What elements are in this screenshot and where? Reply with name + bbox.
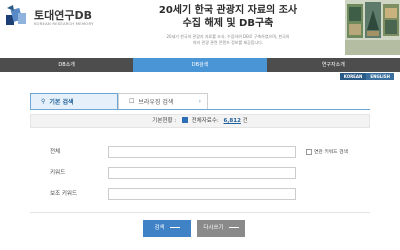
- search-button[interactable]: 검색: [143, 220, 191, 237]
- tab-panel-border: [30, 109, 370, 110]
- keyword-input[interactable]: [108, 167, 296, 179]
- hero-title-line2: 수집 해제 및 DB구축: [182, 18, 274, 29]
- logo-subtitle: KOREAN RESEARCH MEMORY: [34, 21, 94, 26]
- total-records-label: 전체자료수:: [191, 118, 219, 124]
- search-button-label: 검색: [154, 225, 165, 231]
- nav-item-db-intro[interactable]: DB소개: [0, 58, 133, 72]
- reset-button-label: 다시쓰기: [203, 225, 224, 231]
- browse-icon: ☐: [129, 98, 135, 105]
- lang-english-button[interactable]: ENGLISH: [366, 73, 394, 80]
- chevron-right-icon: ›: [198, 98, 201, 105]
- total-records-unit: 건: [242, 118, 248, 124]
- field-label-keyword: 키워드: [50, 170, 66, 176]
- search-tabs: ⚲ 기본 검색 ☐ 브라우징 검색 ›: [30, 93, 208, 109]
- field-label-sub-keyword: 보조 키워드: [50, 191, 78, 197]
- sub-keyword-input[interactable]: [108, 188, 296, 200]
- hero-desc-line2: 여러 관광 관련 콘텐츠 정보를 제공합니다.: [192, 40, 264, 45]
- related-keyword-label: 연관 키워드 검색: [314, 150, 348, 155]
- tab-basic-search-label: 기본 검색: [49, 99, 74, 106]
- lang-korean-button[interactable]: KOREAN: [339, 73, 367, 80]
- form-row-keyword: 키워드: [30, 167, 370, 179]
- status-bar: 기본현황 : 전체자료수: 6,812 건: [30, 114, 370, 128]
- nav-item-researchers[interactable]: 연구자소개: [267, 58, 400, 72]
- tab-browse-search[interactable]: ☐ 브라우징 검색 ›: [118, 93, 208, 109]
- all-field-input[interactable]: [108, 146, 296, 158]
- tab-basic-search[interactable]: ⚲ 기본 검색: [30, 93, 118, 109]
- logo-mark-icon: [6, 5, 26, 25]
- main-nav: DB소개 DB검색 연구자소개: [0, 58, 400, 72]
- vintage-poster-illustration: [345, 0, 400, 55]
- tab-browse-search-label: 브라우징 검색: [138, 99, 174, 106]
- arrow-line-icon: [228, 227, 239, 228]
- hero-title-line1: 20세기 한국 관광지 자료의 조사: [158, 5, 298, 16]
- field-label-all: 전체: [50, 149, 61, 155]
- form-row-all: 전체 연관 키워드 검색: [30, 146, 370, 158]
- hero-banner: 20세기 한국 관광지 자료의 조사 수집 해제 및 DB구축 20세기 한국의…: [110, 4, 346, 56]
- reset-button[interactable]: 다시쓰기: [197, 220, 245, 237]
- form-row-sub-keyword: 보조 키워드: [30, 188, 370, 200]
- nav-item-db-search[interactable]: DB검색: [133, 58, 267, 72]
- arrow-line-icon: [169, 227, 180, 228]
- form-divider: [30, 212, 370, 213]
- search-icon: ⚲: [41, 98, 46, 105]
- site-header: 토대연구DB KOREAN RESEARCH MEMORY 20세기 한국 관광…: [0, 0, 400, 58]
- site-logo[interactable]: 토대연구DB KOREAN RESEARCH MEMORY: [4, 3, 116, 33]
- related-keyword-checkbox[interactable]: [306, 148, 312, 155]
- language-switch: KOREAN ENGLISH: [339, 73, 394, 80]
- related-keyword-option[interactable]: 연관 키워드 검색: [306, 148, 348, 155]
- total-records-count[interactable]: 6,812: [224, 118, 241, 124]
- total-records-checkbox[interactable]: [181, 117, 188, 123]
- status-label: 기본현황 :: [152, 118, 177, 124]
